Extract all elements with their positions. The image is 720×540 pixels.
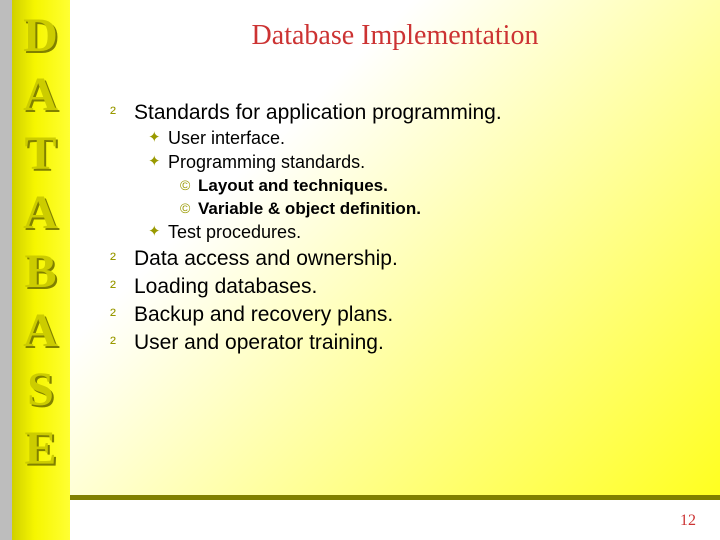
bullet-l2: ✦ Test procedures. — [148, 220, 690, 244]
grey-margin — [0, 0, 12, 540]
bullet-text: Loading databases. — [134, 274, 317, 300]
slide-body: Database Implementation ² Standards for … — [70, 0, 720, 500]
slide-content: ² Standards for application programming.… — [110, 100, 690, 358]
slide-title: Database Implementation — [70, 20, 720, 52]
bullet-l1: ² User and operator training. — [110, 330, 690, 356]
bullet-marker-l2: ✦ — [148, 150, 168, 174]
sidebar-letter: A — [23, 65, 59, 124]
bullet-marker-l3: © — [180, 197, 198, 220]
bullet-text: Standards for application programming. — [134, 100, 502, 126]
bullet-marker-l1: ² — [110, 302, 134, 328]
bullet-l1: ² Backup and recovery plans. — [110, 302, 690, 328]
bullet-l2: ✦ User interface. — [148, 126, 690, 150]
sidebar-letters: D A T A B A S E — [12, 0, 70, 540]
bullet-marker-l1: ² — [110, 330, 134, 356]
bullet-l3: © Layout and techniques. — [180, 174, 690, 197]
bullet-marker-l1: ² — [110, 100, 134, 126]
bullet-text: Variable & object definition. — [198, 197, 421, 220]
bullet-text: Backup and recovery plans. — [134, 302, 393, 328]
bullet-marker-l3: © — [180, 174, 198, 197]
bullet-l2: ✦ Programming standards. — [148, 150, 690, 174]
bullet-marker-l2: ✦ — [148, 220, 168, 244]
bullet-l1: ² Loading databases. — [110, 274, 690, 300]
bullet-marker-l1: ² — [110, 274, 134, 300]
sidebar-letter: E — [24, 419, 57, 478]
bullet-text: User interface. — [168, 126, 285, 150]
bullet-l1: ² Data access and ownership. — [110, 246, 690, 272]
bullet-l1: ² Standards for application programming.… — [110, 100, 690, 244]
sidebar-letter: B — [24, 242, 57, 301]
bullet-text: User and operator training. — [134, 330, 384, 356]
bullet-text: Data access and ownership. — [134, 246, 398, 272]
sidebar-letter: D — [23, 6, 59, 65]
sidebar-letter: T — [24, 124, 57, 183]
bullet-text: Test procedures. — [168, 220, 301, 244]
bullet-l3: © Variable & object definition. — [180, 197, 690, 220]
sidebar-letter: A — [23, 183, 59, 242]
page-number: 12 — [680, 512, 696, 530]
bullet-text: Layout and techniques. — [198, 174, 388, 197]
bullet-marker-l1: ² — [110, 246, 134, 272]
sidebar-letter: A — [23, 301, 59, 360]
bullet-text: Programming standards. — [168, 150, 365, 174]
bullet-marker-l2: ✦ — [148, 126, 168, 150]
sidebar-letter: S — [27, 360, 55, 419]
